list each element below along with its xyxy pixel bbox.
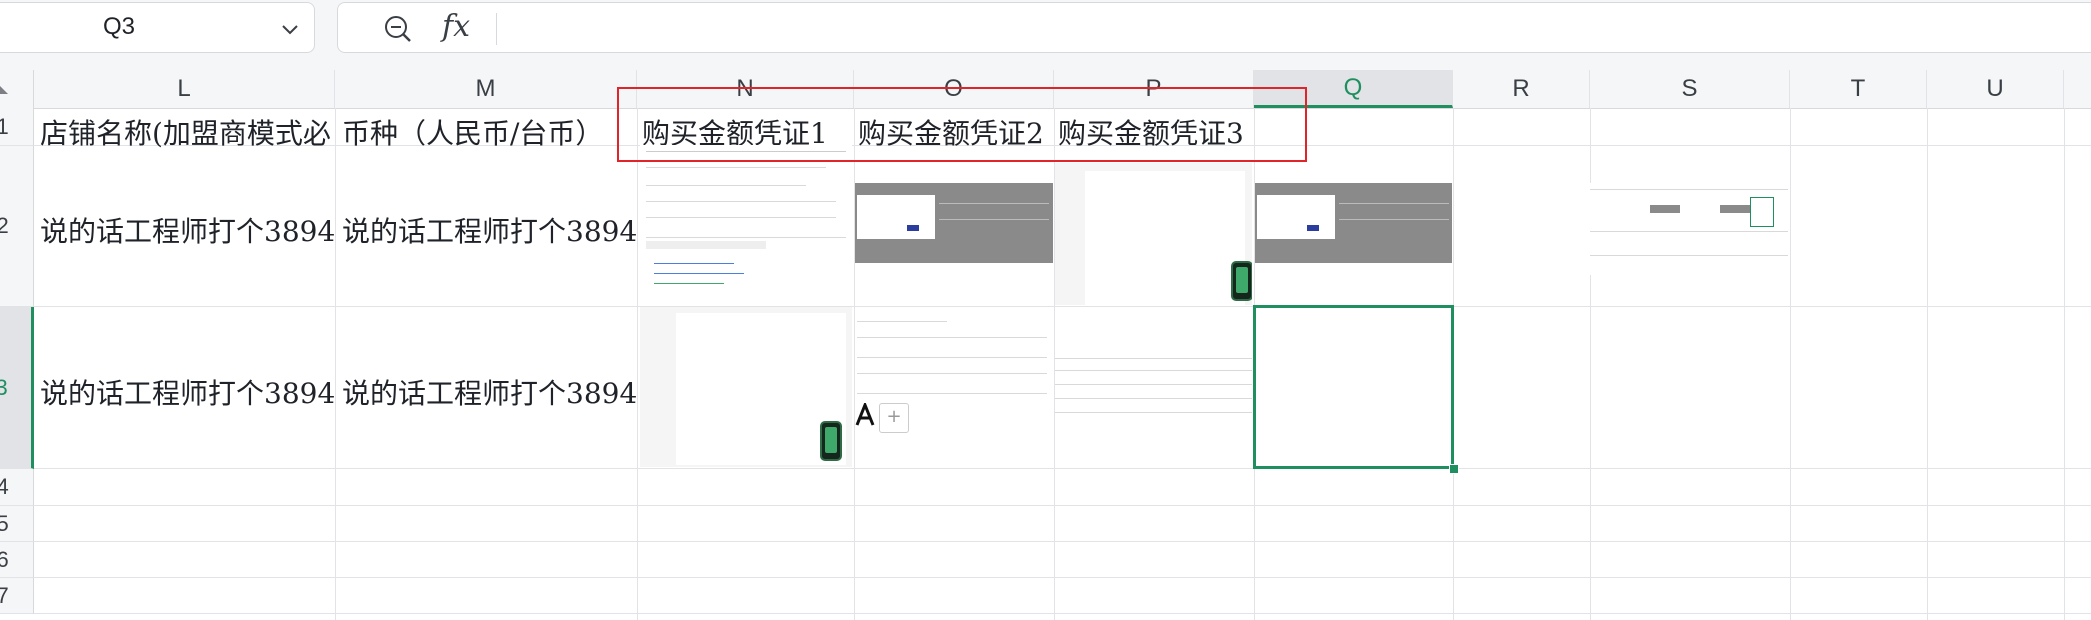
image-detail bbox=[1590, 255, 1788, 256]
image-n3[interactable] bbox=[640, 307, 852, 467]
image-detail bbox=[646, 201, 836, 202]
image-detail bbox=[654, 283, 724, 284]
name-box-value: Q3 bbox=[103, 13, 136, 40]
row-header-5[interactable]: 5 bbox=[0, 506, 34, 542]
cell-m1[interactable]: 币种（人民币/台币） bbox=[342, 112, 635, 152]
image-detail bbox=[654, 263, 734, 264]
image-detail bbox=[1055, 370, 1252, 371]
image-detail bbox=[1085, 171, 1245, 305]
image-detail bbox=[939, 203, 1049, 204]
image-detail bbox=[939, 219, 1049, 220]
image-detail bbox=[1720, 205, 1750, 213]
row-divider bbox=[34, 468, 2091, 469]
image-detail bbox=[646, 217, 836, 218]
image-detail bbox=[857, 321, 947, 322]
column-header-l[interactable]: L bbox=[34, 70, 335, 108]
image-detail bbox=[1231, 261, 1252, 301]
upload-plus-icon: + bbox=[879, 403, 909, 433]
cell-m3[interactable]: 说的话工程师打个38942 bbox=[342, 372, 637, 412]
formula-box: fx bbox=[337, 2, 2091, 53]
image-detail bbox=[1055, 384, 1252, 385]
row-header-2[interactable]: 2 bbox=[0, 146, 34, 307]
formula-separator bbox=[496, 13, 497, 45]
image-detail bbox=[907, 225, 919, 231]
name-box[interactable]: Q3 bbox=[0, 2, 315, 53]
column-header-r[interactable]: R bbox=[1453, 70, 1590, 108]
image-s2[interactable] bbox=[1590, 183, 1788, 275]
image-detail bbox=[857, 393, 1047, 394]
zoom-out-icon[interactable] bbox=[382, 13, 414, 45]
image-p3[interactable] bbox=[1055, 340, 1252, 440]
image-detail bbox=[1055, 412, 1252, 413]
cell-m2[interactable]: 说的话工程师打个38942 bbox=[342, 210, 637, 250]
image-detail bbox=[1339, 203, 1449, 204]
column-divider bbox=[1790, 108, 1791, 620]
image-o3[interactable]: + bbox=[855, 315, 1053, 445]
cell-l3[interactable]: 说的话工程师打个38942 bbox=[40, 372, 335, 412]
image-detail bbox=[855, 400, 875, 427]
column-divider bbox=[335, 108, 336, 620]
formula-input[interactable] bbox=[510, 11, 2014, 47]
row-header-3[interactable]: 3 bbox=[0, 307, 34, 469]
row-header-7[interactable]: 7 bbox=[0, 578, 34, 614]
image-detail bbox=[857, 357, 1047, 358]
chevron-down-icon[interactable] bbox=[278, 17, 302, 41]
fx-icon[interactable]: fx bbox=[442, 9, 470, 44]
row-divider bbox=[34, 577, 2091, 578]
image-q2[interactable] bbox=[1255, 183, 1452, 263]
image-detail bbox=[1257, 195, 1335, 239]
image-o2[interactable] bbox=[855, 183, 1053, 263]
row-divider bbox=[34, 613, 2091, 614]
column-divider bbox=[637, 108, 638, 620]
image-detail bbox=[1590, 231, 1788, 232]
column-header-u[interactable]: U bbox=[1927, 70, 2064, 108]
image-detail bbox=[857, 373, 1047, 374]
image-detail bbox=[646, 237, 846, 238]
image-detail bbox=[1339, 219, 1449, 220]
image-detail bbox=[1055, 358, 1252, 359]
image-detail bbox=[646, 185, 806, 186]
select-all-triangle-icon bbox=[0, 86, 8, 94]
image-detail bbox=[1590, 189, 1788, 190]
row-divider bbox=[34, 306, 2091, 307]
image-detail bbox=[1055, 398, 1252, 399]
image-detail bbox=[857, 195, 935, 239]
image-detail bbox=[1650, 205, 1680, 213]
column-divider bbox=[2064, 108, 2065, 620]
formula-bar: Q3 fx bbox=[0, 0, 2091, 70]
row-divider bbox=[34, 505, 2091, 506]
active-cell-q3[interactable] bbox=[1253, 305, 1454, 469]
fill-handle[interactable] bbox=[1449, 464, 1459, 474]
brand-logo-icon bbox=[855, 400, 875, 426]
image-p2[interactable] bbox=[1055, 163, 1252, 305]
row-header-4[interactable]: 4 bbox=[0, 469, 34, 506]
image-detail bbox=[1750, 197, 1774, 227]
column-header-t[interactable]: T bbox=[1790, 70, 1927, 108]
row-header-1[interactable]: 1 bbox=[0, 108, 34, 146]
cell-l2[interactable]: 说的话工程师打个38942 bbox=[40, 210, 335, 250]
image-detail bbox=[820, 421, 842, 461]
image-detail bbox=[1307, 225, 1319, 231]
highlight-annotation-box bbox=[617, 87, 1307, 162]
image-n2[interactable] bbox=[640, 145, 852, 305]
cell-l1[interactable]: 店铺名称(加盟商模式必 bbox=[40, 112, 333, 152]
image-detail bbox=[654, 273, 744, 274]
row-divider bbox=[34, 541, 2091, 542]
image-detail bbox=[857, 337, 1047, 338]
column-header-s[interactable]: S bbox=[1590, 70, 1790, 108]
image-detail bbox=[646, 241, 766, 249]
row-header-6[interactable]: 6 bbox=[0, 542, 34, 578]
column-divider bbox=[1927, 108, 1928, 620]
column-header-m[interactable]: M bbox=[335, 70, 637, 108]
image-detail bbox=[646, 167, 826, 168]
